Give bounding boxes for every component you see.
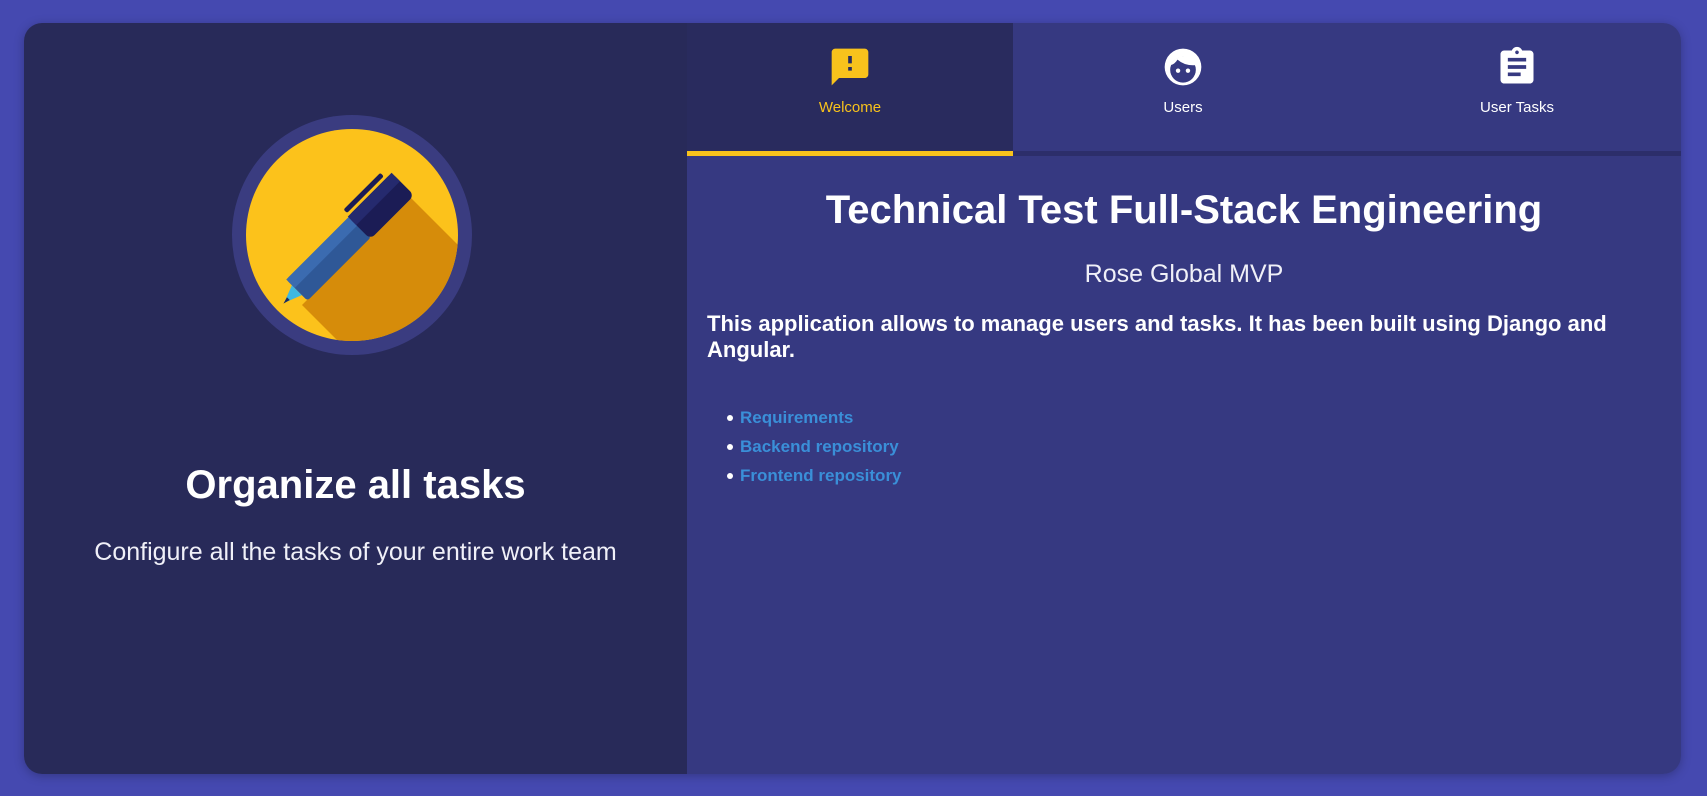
list-item: Frontend repository	[727, 461, 1661, 490]
links-list: Requirements Backend repository Frontend…	[707, 403, 1661, 490]
backend-repository-link[interactable]: Backend repository	[740, 432, 899, 461]
assignment-icon	[1500, 46, 1534, 84]
app-card: Organize all tasks Configure all the tas…	[24, 23, 1681, 774]
tab-welcome-label: Welcome	[818, 99, 882, 116]
tab-bar: Welcome Users User Tasks	[687, 23, 1681, 156]
right-panel: Welcome Users User Tasks Technical Test …	[687, 23, 1681, 774]
tab-welcome[interactable]: Welcome	[687, 23, 1013, 156]
tab-user-tasks[interactable]: User Tasks	[1353, 23, 1681, 151]
left-panel: Organize all tasks Configure all the tas…	[24, 23, 687, 774]
tab-users[interactable]: Users	[1013, 23, 1353, 151]
welcome-content: Technical Test Full-Stack Engineering Ro…	[687, 186, 1681, 490]
page-subtitle: Rose Global MVP	[1084, 260, 1284, 288]
left-panel-subtitle: Configure all the tasks of your entire w…	[94, 538, 617, 566]
bullet-icon	[727, 414, 733, 421]
pen-logo-icon	[232, 115, 472, 355]
frontend-repository-link[interactable]: Frontend repository	[740, 461, 902, 490]
bullet-icon	[727, 443, 733, 450]
face-icon	[1164, 48, 1202, 86]
bullet-icon	[727, 472, 733, 479]
app-description: This application allows to manage users …	[707, 311, 1607, 362]
list-item: Requirements	[727, 403, 1661, 432]
list-item: Backend repository	[727, 432, 1661, 461]
tab-users-label: Users	[1163, 99, 1203, 116]
left-panel-title: Organize all tasks	[185, 463, 526, 507]
requirements-link[interactable]: Requirements	[740, 403, 853, 432]
page-title: Technical Test Full-Stack Engineering	[825, 188, 1543, 232]
tab-user-tasks-label: User Tasks	[1480, 99, 1554, 116]
feedback-icon	[831, 48, 869, 86]
